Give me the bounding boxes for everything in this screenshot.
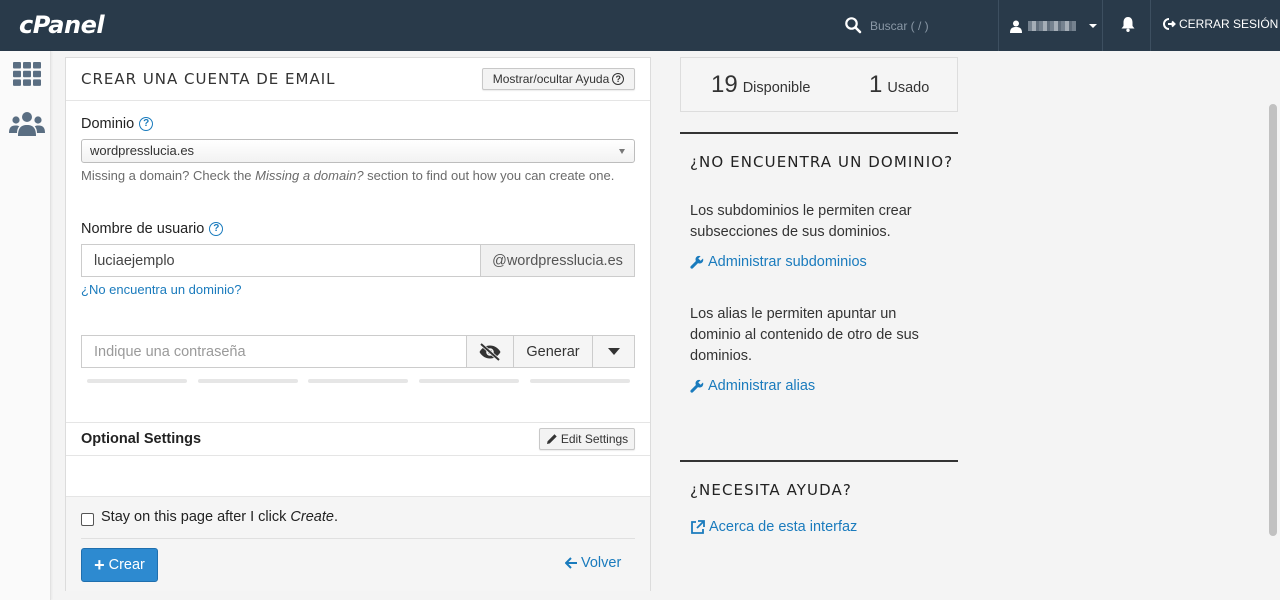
username-label-row: Nombre de usuario ? bbox=[81, 221, 224, 237]
username-redacted bbox=[1028, 21, 1076, 31]
domain-select[interactable]: wordpresslucia.es bbox=[81, 139, 635, 163]
page-scrollbar[interactable] bbox=[1269, 104, 1277, 536]
no-domain-heading: ¿NO ENCUENTRA UN DOMINIO? bbox=[690, 153, 954, 171]
page-title: CREAR UNA CUENTA DE EMAIL bbox=[81, 70, 336, 88]
domain-hint: Missing a domain? Check the Missing a do… bbox=[81, 168, 615, 183]
username-input[interactable] bbox=[81, 244, 481, 277]
question-circle-icon: ? bbox=[612, 73, 625, 85]
about-interface-label: Acerca de esta interfaz bbox=[709, 519, 858, 535]
search-icon[interactable] bbox=[844, 16, 862, 34]
caret-down-icon bbox=[607, 348, 620, 355]
eye-slash-icon bbox=[479, 342, 501, 361]
account-stats: 19 Disponible 1 Usado bbox=[680, 57, 958, 112]
domain-label-row: Dominio ? bbox=[81, 116, 154, 132]
manage-subdomains-link[interactable]: Administrar subdominios bbox=[690, 254, 867, 270]
domain-label: Dominio bbox=[81, 116, 135, 132]
manage-alias-link[interactable]: Administrar alias bbox=[690, 378, 815, 394]
logout-button[interactable]: CERRAR SESIÓN bbox=[1163, 17, 1278, 31]
stay-on-page-emphasis: Create bbox=[290, 509, 334, 525]
user-menu[interactable] bbox=[1010, 16, 1102, 36]
domain-help-icon[interactable]: ? bbox=[139, 117, 154, 131]
caret-down-icon bbox=[619, 149, 625, 154]
logout-label: CERRAR SESIÓN bbox=[1179, 17, 1279, 31]
side-navigation bbox=[0, 51, 51, 600]
sidebar-divider bbox=[680, 460, 958, 462]
footer-divider bbox=[81, 538, 635, 539]
form-footer: Stay on this page after I click Create. … bbox=[66, 496, 650, 591]
username-help-icon[interactable]: ? bbox=[209, 222, 224, 236]
wrench-icon bbox=[690, 255, 704, 269]
stay-on-page-checkbox[interactable] bbox=[81, 513, 94, 526]
strength-meter-segment bbox=[419, 379, 519, 383]
password-input[interactable] bbox=[81, 335, 467, 368]
external-link-icon bbox=[691, 519, 705, 534]
used-count: 1 bbox=[869, 71, 883, 98]
toggle-password-visibility-button[interactable] bbox=[466, 335, 514, 368]
username-label: Nombre de usuario bbox=[81, 221, 205, 237]
create-email-panel: CREAR UNA CUENTA DE EMAIL Mostrar/oculta… bbox=[65, 57, 651, 591]
toggle-help-label: Mostrar/ocultar Ayuda bbox=[492, 72, 610, 86]
chevron-down-icon bbox=[1089, 24, 1097, 28]
no-domain-link[interactable]: ¿No encuentra un dominio? bbox=[81, 282, 241, 297]
navbar-divider bbox=[1150, 0, 1151, 51]
grid-icon[interactable] bbox=[13, 62, 41, 86]
domain-select-value: wordpresslucia.es bbox=[90, 143, 195, 158]
pencil-icon bbox=[546, 434, 557, 444]
strength-meter-segment bbox=[308, 379, 408, 383]
domain-suffix-addon: @wordpresslucia.es bbox=[480, 244, 635, 277]
toggle-help-button[interactable]: Mostrar/ocultar Ayuda ? bbox=[482, 68, 635, 90]
plus-icon: + bbox=[94, 555, 105, 575]
stay-on-page-label[interactable]: Stay on this page after I click Create. bbox=[101, 509, 338, 525]
strength-meter-segment bbox=[198, 379, 298, 383]
manage-subdomains-label: Administrar subdominios bbox=[708, 254, 867, 270]
create-button[interactable]: + Crear bbox=[81, 548, 158, 582]
users-icon[interactable] bbox=[9, 111, 45, 137]
used-stat: 1 Usado bbox=[869, 71, 929, 99]
generate-password-button[interactable]: Generar bbox=[513, 335, 593, 368]
arrow-left-icon bbox=[565, 557, 577, 569]
available-count: 19 bbox=[711, 71, 738, 98]
sidebar-divider bbox=[680, 132, 958, 134]
alias-description: Los alias le permiten apuntar un dominio… bbox=[690, 306, 919, 364]
manage-alias-label: Administrar alias bbox=[708, 378, 816, 394]
top-navbar: cPanel CERRAR SESIÓN bbox=[0, 0, 1280, 51]
create-label: Crear bbox=[108, 557, 145, 573]
navbar-divider bbox=[998, 0, 999, 51]
used-label: Usado bbox=[887, 80, 930, 96]
user-icon bbox=[1010, 20, 1022, 33]
domain-hint-emphasis: Missing a domain? bbox=[255, 168, 364, 183]
strength-meter-segment bbox=[530, 379, 630, 383]
back-link[interactable]: Volver bbox=[565, 555, 621, 571]
search-input[interactable] bbox=[870, 15, 980, 37]
wrench-icon bbox=[690, 379, 704, 393]
navbar-divider bbox=[1102, 0, 1103, 51]
need-help-heading: ¿NECESITA AYUDA? bbox=[690, 481, 852, 499]
strength-meter-segment bbox=[87, 379, 187, 383]
optional-settings-title: Optional Settings bbox=[81, 431, 202, 447]
optional-top-divider bbox=[66, 422, 650, 423]
about-interface-link[interactable]: Acerca de esta interfaz bbox=[690, 519, 857, 535]
logout-icon bbox=[1163, 18, 1176, 30]
edit-settings-label: Edit Settings bbox=[560, 432, 629, 446]
edit-settings-button[interactable]: Edit Settings bbox=[539, 428, 635, 450]
title-divider bbox=[66, 100, 650, 101]
subdomains-description: Los subdominios le permiten crear subsec… bbox=[690, 203, 912, 240]
available-stat: 19 Disponible bbox=[711, 71, 810, 99]
cpanel-logo[interactable]: cPanel bbox=[19, 11, 105, 39]
back-label: Volver bbox=[581, 555, 622, 571]
bell-icon[interactable] bbox=[1119, 15, 1137, 33]
generate-options-dropdown[interactable] bbox=[592, 335, 635, 368]
optional-bottom-divider bbox=[66, 455, 650, 456]
available-label: Disponible bbox=[742, 80, 811, 96]
